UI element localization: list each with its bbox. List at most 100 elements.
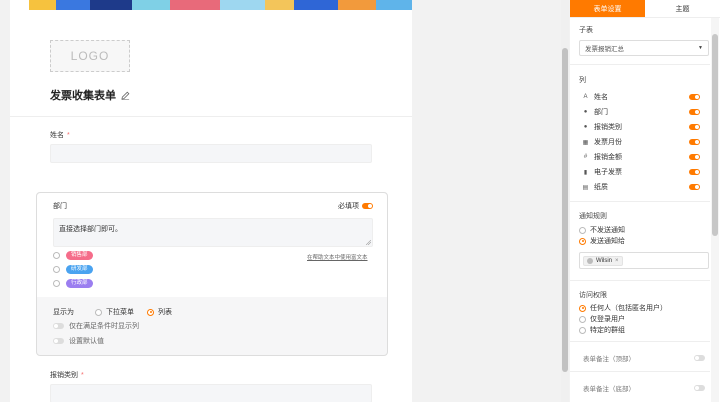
- radio-button[interactable]: [53, 280, 60, 287]
- section-divider: [570, 280, 710, 281]
- panel-scrollbar[interactable]: [711, 18, 719, 402]
- close-icon[interactable]: ×: [615, 258, 619, 264]
- radio-button[interactable]: [147, 308, 154, 316]
- column-toggle[interactable]: [689, 109, 700, 115]
- column-row[interactable]: ● 报销类别: [582, 122, 700, 132]
- expense-label-text: 报销类别: [50, 372, 78, 379]
- note-bottom-label: 表单备注（底部）: [583, 386, 635, 393]
- access-option[interactable]: 特定的群组: [579, 325, 625, 335]
- dept-field-card[interactable]: 部门 必填项 直接选择部门即可。 在帮助文本中使用富文本 销售部 研发部 行政部…: [36, 192, 388, 356]
- notify-option[interactable]: 发送通知给: [579, 236, 625, 246]
- expense-input[interactable]: [50, 384, 372, 402]
- notify-option-label: 不发送通知: [590, 227, 625, 234]
- rich-text-help-link[interactable]: 在帮助文本中使用富文本: [307, 253, 368, 261]
- required-toggle-label: 必填项: [338, 203, 359, 210]
- column-label: 部门: [594, 109, 608, 116]
- tab-theme[interactable]: 主题: [645, 0, 720, 17]
- required-mark: *: [67, 132, 70, 139]
- conditional-display-row[interactable]: 仅在满足条件时显示列: [53, 321, 139, 331]
- column-label: 发票月份: [594, 139, 622, 146]
- conditional-display-label: 仅在满足条件时显示列: [69, 323, 139, 330]
- canvas-scrollbar-thumb[interactable]: [562, 48, 568, 372]
- dept-description-input[interactable]: 直接选择部门即可。: [53, 218, 373, 247]
- dept-field-label: 部门: [53, 203, 67, 210]
- column-row[interactable]: ● 部门: [582, 107, 700, 117]
- panel-scrollbar-thumb[interactable]: [712, 34, 718, 236]
- column-toggle[interactable]: [689, 94, 700, 100]
- banner-image: [10, 0, 412, 10]
- radio-button[interactable]: [53, 266, 60, 273]
- radio-button[interactable]: [579, 237, 586, 245]
- dept-option-row[interactable]: 研发部: [53, 265, 93, 274]
- display-as-label: 显示为: [53, 309, 74, 316]
- note-top-row[interactable]: 表单备注（顶部）: [583, 353, 705, 363]
- name-label-text: 姓名: [50, 132, 64, 139]
- subtable-value: 发票报销汇总: [585, 46, 624, 53]
- option-pill: 行政部: [66, 279, 93, 288]
- settings-panel: 表单设置 主题 子表 发票报销汇总 ▼ 列 A 姓名 ● 部门 ● 报销类别 ▦ 发票月…: [570, 0, 720, 402]
- column-toggle[interactable]: [689, 124, 700, 130]
- radio-button[interactable]: [579, 315, 586, 323]
- column-row[interactable]: ▮ 电子发票: [582, 167, 700, 177]
- display-option-label: 列表: [158, 309, 172, 316]
- section-divider: [570, 64, 710, 65]
- note-bottom-toggle[interactable]: [694, 385, 705, 391]
- column-row[interactable]: A 姓名: [582, 92, 700, 102]
- user-chip-name: Wilsin: [596, 258, 612, 264]
- subtable-select[interactable]: 发票报销汇总 ▼: [579, 40, 709, 56]
- notify-recipient-field[interactable]: Wilsin ×: [579, 252, 709, 269]
- radio-button[interactable]: [579, 226, 586, 234]
- section-divider: [570, 371, 710, 372]
- radio-button[interactable]: [579, 326, 586, 334]
- display-option-dropdown[interactable]: 下拉菜单: [95, 307, 134, 317]
- required-toggle[interactable]: [362, 203, 373, 209]
- notify-option[interactable]: 不发送通知: [579, 225, 625, 235]
- section-divider: [570, 341, 710, 342]
- required-toggle-row: 必填项: [338, 201, 373, 211]
- conditional-display-toggle[interactable]: [53, 323, 64, 329]
- canvas-scrollbar[interactable]: [561, 0, 569, 402]
- radio-button[interactable]: [579, 304, 586, 312]
- access-option-label: 仅登录用户: [590, 316, 625, 323]
- note-bottom-row[interactable]: 表单备注（底部）: [583, 383, 705, 393]
- column-label: 姓名: [594, 94, 608, 101]
- access-option[interactable]: 仅登录用户: [579, 314, 625, 324]
- notify-option-label: 发送通知给: [590, 238, 625, 245]
- column-row[interactable]: # 报销金额: [582, 152, 700, 162]
- display-option-list[interactable]: 列表: [147, 307, 172, 317]
- number-icon: #: [583, 154, 588, 160]
- column-row[interactable]: ▤ 纸质: [582, 182, 700, 192]
- text-icon: A: [583, 94, 588, 100]
- user-chip: Wilsin ×: [583, 256, 623, 266]
- columns-label: 列: [579, 77, 586, 84]
- column-label: 报销金额: [594, 154, 622, 161]
- column-row[interactable]: ▦ 发票月份: [582, 137, 700, 147]
- logo-placeholder[interactable]: LOGO: [50, 40, 130, 72]
- dept-option-row[interactable]: 销售部: [53, 251, 93, 260]
- option-pill: 研发部: [66, 265, 93, 274]
- default-value-toggle[interactable]: [53, 338, 64, 344]
- form-title[interactable]: 发票收集表单: [50, 87, 130, 103]
- dept-icon: ●: [583, 109, 588, 115]
- name-input[interactable]: [50, 144, 372, 163]
- resize-handle-icon[interactable]: [366, 240, 371, 245]
- required-mark: *: [81, 372, 84, 379]
- column-toggle[interactable]: [689, 139, 700, 145]
- form-header-divider: [10, 116, 412, 117]
- column-label: 纸质: [594, 184, 608, 191]
- default-value-row[interactable]: 设置默认值: [53, 336, 104, 346]
- column-toggle[interactable]: [689, 169, 700, 175]
- note-top-toggle[interactable]: [694, 355, 705, 361]
- access-option-label: 特定的群组: [590, 327, 625, 334]
- settings-tabs: 表单设置 主题: [570, 0, 720, 18]
- radio-button[interactable]: [53, 252, 60, 259]
- edit-icon[interactable]: [121, 91, 130, 100]
- calendar-icon: ▦: [582, 139, 589, 146]
- radio-button[interactable]: [95, 308, 102, 316]
- select-icon: ●: [583, 124, 588, 130]
- dept-option-row[interactable]: 行政部: [53, 279, 93, 288]
- tab-form-settings[interactable]: 表单设置: [570, 0, 645, 17]
- column-toggle[interactable]: [689, 184, 700, 190]
- column-toggle[interactable]: [689, 154, 700, 160]
- access-option[interactable]: 任何人（包括匿名用户）: [579, 303, 667, 313]
